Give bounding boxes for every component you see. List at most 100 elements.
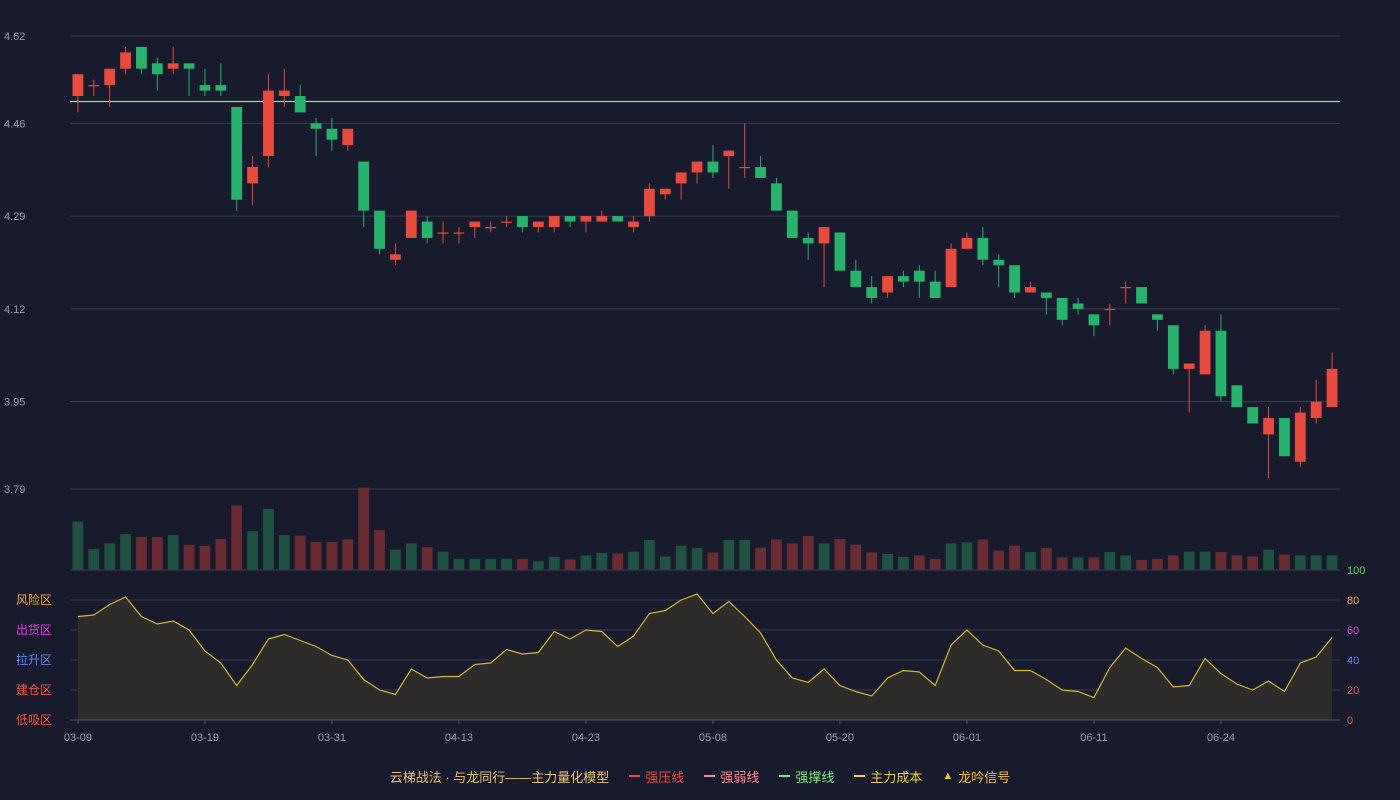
volume-bar [151, 537, 163, 570]
volume-bar [247, 531, 258, 570]
legend: 云梯战法 · 与龙同行——主力量化模型 强压线 强弱线 强撑线 主力成本 ▲ 龙… [0, 765, 1400, 787]
candle [723, 150, 735, 189]
x-tick-label: 03-19 [191, 732, 219, 744]
legend-item-main-cost[interactable]: 主力成本 [854, 767, 922, 786]
candle-body [802, 237, 814, 244]
candle-body [374, 210, 385, 249]
candle [294, 85, 306, 113]
candle [183, 63, 195, 97]
volume-bar [580, 555, 592, 570]
volume-bar [1104, 552, 1116, 570]
candle [247, 156, 258, 206]
price-tick-label: 4.29 [4, 211, 25, 223]
candle [120, 46, 131, 75]
candle-body [485, 227, 497, 229]
candle-body [501, 221, 512, 223]
legend-triangle-icon: ▲ [942, 770, 954, 782]
x-tick-label: 03-31 [318, 732, 346, 744]
legend-item-strength-line[interactable]: 强弱线 [704, 767, 759, 786]
x-tick-label: 05-08 [699, 732, 727, 744]
volume-bar [405, 543, 417, 570]
candle-body [818, 227, 830, 244]
candle [612, 216, 624, 222]
candle-body [390, 254, 401, 260]
legend-dragon-signal-label: 龙吟信号 [958, 769, 1011, 785]
candle-body [596, 216, 608, 222]
candle-body [834, 232, 846, 271]
legend-item-pressure-line[interactable]: 强压线 [629, 767, 684, 786]
candle [882, 276, 893, 298]
indicator-tick-label: 100 [1347, 565, 1365, 577]
volume-bar [818, 543, 830, 570]
legend-pressure-line-icon [629, 775, 641, 777]
candle [151, 57, 163, 91]
candle [596, 210, 608, 222]
volume-bar [1152, 558, 1163, 570]
volume-bar [628, 551, 639, 570]
candle-body [136, 46, 147, 69]
candle [945, 243, 957, 288]
candle-body [1263, 418, 1274, 435]
candle [326, 117, 338, 151]
legend-item-support-line[interactable]: 强撑线 [779, 767, 834, 786]
legend-main-cost-label: 主力成本 [870, 769, 923, 785]
legend-strength-line-label: 强弱线 [720, 769, 760, 785]
x-tick-label: 06-11 [1080, 732, 1107, 744]
volume-bar [263, 508, 274, 570]
volume-bar [1279, 554, 1290, 570]
volume-bar [501, 558, 512, 570]
price-tick-label: 3.79 [4, 484, 25, 496]
candle [310, 117, 322, 157]
volume-bar [929, 558, 941, 570]
indicator-tick-label: 20 [1347, 685, 1359, 697]
candle-body [1025, 287, 1036, 293]
volume-bar [1199, 551, 1211, 570]
candle [675, 172, 687, 200]
candle [263, 74, 274, 167]
candle-body [961, 237, 973, 249]
candle [485, 221, 497, 233]
candle [977, 227, 989, 266]
volume-bar [659, 556, 671, 570]
candle-body [628, 221, 639, 228]
candle [913, 265, 925, 298]
candle [358, 161, 370, 228]
candle [1294, 407, 1306, 468]
candle-body [342, 128, 354, 146]
candle-body [453, 232, 465, 234]
candle-body [72, 74, 84, 97]
candle-body [1088, 314, 1100, 326]
volume-bar [755, 547, 766, 570]
volume-bar [1120, 555, 1132, 570]
candle [850, 259, 862, 288]
volume-bar [802, 536, 814, 570]
volume-bar [294, 535, 306, 570]
x-tick-label: 05-20 [826, 732, 854, 744]
volume-bar [993, 550, 1005, 570]
candle-body [548, 216, 560, 228]
legend-item-dragon-signal[interactable]: ▲ 龙吟信号 [942, 767, 1010, 786]
candle-body [1183, 363, 1195, 369]
candle [215, 63, 227, 97]
candle [580, 216, 592, 233]
candle-body [358, 161, 370, 211]
volume-bar [898, 556, 909, 570]
volume-bar [215, 538, 227, 570]
volume-bar [596, 553, 608, 570]
candle [1215, 314, 1227, 402]
candle [88, 79, 100, 97]
price-tick-label: 4.62 [4, 31, 25, 43]
price-tick-label: 4.46 [4, 118, 25, 130]
volume-bar [453, 558, 465, 570]
candle [707, 145, 719, 178]
candle [1120, 281, 1132, 304]
zone-label: 建仓区 [16, 683, 52, 697]
candle [1231, 385, 1243, 408]
candle-body [786, 210, 798, 238]
volume-bar [88, 549, 100, 570]
candle [405, 210, 417, 238]
candle-body [691, 161, 703, 173]
x-tick-label: 04-23 [572, 732, 600, 744]
legend-pressure-line-label: 强压线 [645, 769, 685, 785]
x-tick-label: 06-01 [953, 732, 981, 744]
